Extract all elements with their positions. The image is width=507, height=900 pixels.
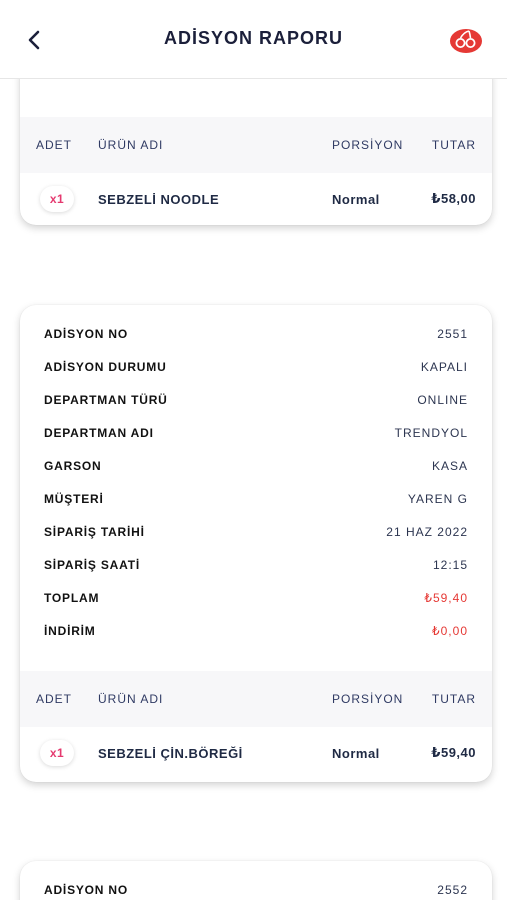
info-label: TOPLAM [44, 590, 100, 605]
info-row-siparis-tarihi: SİPARİŞ TARİHİ 21 HAZ 2022 [44, 515, 468, 548]
info-label: DEPARTMAN ADI [44, 425, 154, 440]
info-value: 2552 [437, 882, 468, 897]
order-card: ADİSYON NO 2552 [20, 861, 492, 900]
total-value: ₺59,40 [424, 590, 468, 605]
info-label: ADİSYON NO [44, 326, 129, 341]
item-price: ₺58,00 [431, 191, 476, 206]
info-row-garson: GARSON KASA [44, 449, 468, 482]
cherry-logo-icon [450, 29, 482, 53]
info-row-adisyon-durumu: ADİSYON DURUMU KAPALI [44, 350, 468, 383]
order-info: ADİSYON NO 2551 ADİSYON DURUMU KAPALI DEPA… [20, 305, 492, 647]
item-row: x1 SEBZELİ ÇİN.BÖREĞİ Normal ₺59,40 [20, 727, 492, 779]
item-portion: Normal [332, 191, 380, 207]
item-row: x1 SEBZELİ NOODLE Normal ₺58,00 [20, 173, 492, 225]
order-card: ADİSYON NO 2551 ADİSYON DURUMU KAPALI DEPA… [20, 305, 492, 782]
col-tutar: TUTAR [431, 692, 476, 706]
qty-badge: x1 [40, 186, 74, 212]
info-label: İNDİRİM [44, 623, 96, 638]
info-row-musteri: MÜŞTERİ YAREN G [44, 482, 468, 515]
info-value: 2551 [437, 326, 468, 341]
info-row-siparis-saati: SİPARİŞ SAATİ 12:15 [44, 548, 468, 581]
col-adet: ADET [36, 692, 73, 706]
order-card: ADET ÜRÜN ADI PORSİYON TUTAR x1 SEBZELİ … [20, 79, 492, 225]
col-urun-adi: ÜRÜN ADI [98, 138, 164, 152]
info-label: SİPARİŞ SAATİ [44, 557, 140, 572]
info-label: GARSON [44, 458, 102, 473]
info-value: YAREN G [407, 491, 468, 506]
col-adet: ADET [36, 138, 73, 152]
col-urun-adi: ÜRÜN ADI [98, 692, 164, 706]
qty-badge: x1 [40, 740, 74, 766]
info-row-departman-turu: DEPARTMAN TÜRÜ ONLINE [44, 383, 468, 416]
page-title: ADİSYON RAPORU [163, 28, 343, 48]
info-label: MÜŞTERİ [44, 491, 104, 506]
info-value: KAPALI [420, 359, 468, 374]
info-value: KASA [431, 458, 468, 473]
item-name: SEBZELİ ÇİN.BÖREĞİ [98, 745, 243, 761]
items-table-header: ADET ÜRÜN ADI PORSİYON TUTAR [20, 671, 492, 727]
info-row-toplam: TOPLAM ₺59,40 [44, 581, 468, 614]
report-list[interactable]: ADET ÜRÜN ADI PORSİYON TUTAR x1 SEBZELİ … [0, 79, 507, 900]
info-value: 12:15 [432, 557, 468, 572]
info-value: ONLINE [417, 392, 468, 407]
col-porsiyon: PORSİYON [332, 692, 404, 706]
info-row-adisyon-no: ADİSYON NO 2552 [44, 873, 468, 900]
info-value: TRENDYOL [394, 425, 468, 440]
order-info: ADİSYON NO 2552 [20, 861, 492, 900]
discount-value: ₺0,00 [432, 623, 468, 638]
info-value: 21 HAZ 2022 [386, 524, 468, 539]
col-porsiyon: PORSİYON [332, 138, 404, 152]
brand-logo [449, 26, 483, 54]
items-table-header: ADET ÜRÜN ADI PORSİYON TUTAR [20, 117, 492, 173]
info-label: ADİSYON NO [44, 882, 129, 897]
info-label: SİPARİŞ TARİHİ [44, 524, 145, 539]
info-label: DEPARTMAN TÜRÜ [44, 392, 168, 407]
col-tutar: TUTAR [431, 138, 476, 152]
info-row-indirim: İNDİRİM ₺0,00 [44, 614, 468, 647]
info-row-adisyon-no: ADİSYON NO 2551 [44, 317, 468, 350]
info-row-departman-adi: DEPARTMAN ADI TRENDYOL [44, 416, 468, 449]
item-name: SEBZELİ NOODLE [98, 191, 220, 207]
item-price: ₺59,40 [431, 745, 476, 760]
info-label: ADİSYON DURUMU [44, 359, 167, 374]
app-header: ADİSYON RAPORU [0, 0, 507, 79]
item-portion: Normal [332, 745, 380, 761]
